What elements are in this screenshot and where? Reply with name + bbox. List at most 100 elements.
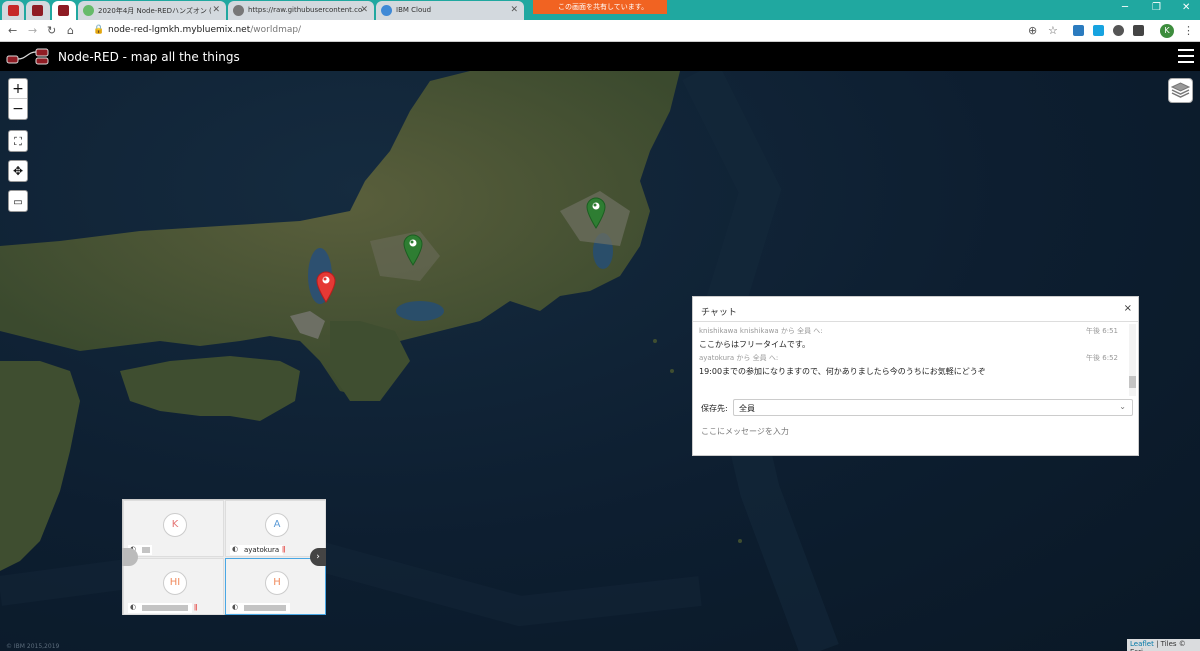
screen-share-banner: この画面を共有しています。 bbox=[533, 0, 667, 14]
move-arrows-icon: ✥ bbox=[12, 164, 24, 178]
chat-panel: チャット × knishikawa knishikawa から 全員 へ: 午後… bbox=[692, 296, 1139, 456]
zoom-control: + − bbox=[8, 78, 28, 120]
participant-name: ◐ bbox=[128, 603, 192, 613]
avatar-initial: K bbox=[1164, 26, 1170, 35]
message-text: ここからはフリータイムです。 bbox=[699, 340, 811, 349]
copyright-text: © IBM 2015,2019 bbox=[6, 643, 60, 650]
chat-scrollbar[interactable] bbox=[1129, 324, 1136, 396]
browser-toolbar: ← → ↻ ⌂ 🔒 node-red-lgmkh.mybluemix.net/w… bbox=[0, 20, 1200, 42]
home-icon[interactable]: ⌂ bbox=[67, 24, 74, 37]
participant-name: ◐ ayatokura bbox=[230, 545, 284, 555]
message-meta: ayatokura から 全員 へ: bbox=[699, 354, 779, 362]
layers-icon bbox=[1170, 82, 1191, 98]
recipient-select[interactable]: 全員 ⌄ bbox=[733, 399, 1133, 416]
divider bbox=[693, 321, 1138, 322]
participant-avatar: K bbox=[163, 513, 187, 537]
tab-label: IBM Cloud bbox=[396, 6, 432, 14]
world-map[interactable]: + − ⛶ ✥ ▭ チャット × knishikawa knishikawa か… bbox=[0, 71, 1200, 651]
muted-mic-icon: ǁ bbox=[194, 603, 198, 611]
recipient-label: 保存先: bbox=[701, 404, 728, 413]
browser-tab-active[interactable] bbox=[52, 1, 76, 20]
tab-label: https://raw.githubusercontent.co bbox=[248, 6, 363, 14]
browser-tab[interactable]: https://raw.githubusercontent.co ✕ bbox=[228, 1, 374, 20]
close-icon[interactable]: ✕ bbox=[510, 5, 518, 15]
message-time: 午後 6:51 bbox=[1086, 327, 1118, 335]
participant-name: ◐ bbox=[230, 603, 290, 613]
node-red-logo bbox=[6, 48, 49, 65]
minimize-icon[interactable]: ─ bbox=[1122, 2, 1128, 13]
browser-tab[interactable] bbox=[2, 1, 24, 20]
mic-icon: ◐ bbox=[232, 545, 239, 553]
chevron-down-icon: ⌄ bbox=[1119, 402, 1126, 411]
message-time: 午後 6:52 bbox=[1086, 354, 1118, 362]
bookmark-star-icon[interactable]: ☆ bbox=[1048, 24, 1058, 37]
node-red-favicon bbox=[32, 5, 43, 16]
restore-icon[interactable]: ❐ bbox=[1152, 2, 1161, 13]
video-gallery: K ◐ A ◐ ayatokura ǁ HI ◐ ǁ H ◐ › bbox=[122, 499, 326, 615]
zoom-out-label: − bbox=[12, 101, 24, 117]
browser-tab[interactable] bbox=[26, 1, 50, 20]
layers-button[interactable] bbox=[1168, 78, 1193, 103]
share-banner-text: この画面を共有しています。 bbox=[558, 3, 649, 11]
back-icon[interactable]: ← bbox=[8, 24, 17, 37]
zoom-in-button[interactable]: + bbox=[9, 79, 27, 99]
lock-icon[interactable]: 🔒 bbox=[93, 25, 104, 35]
browser-tab[interactable]: 2020年4月 Node-REDハンズオン (✕ bbox=[78, 1, 226, 20]
globe-icon bbox=[233, 5, 244, 16]
participant-name-text: ayatokura bbox=[244, 546, 280, 554]
leaflet-link[interactable]: Leaflet bbox=[1130, 640, 1154, 648]
muted-mic-icon: ǁ bbox=[282, 545, 286, 553]
zoom-icon[interactable]: ⊕ bbox=[1028, 24, 1037, 37]
ibm-cloud-favicon bbox=[381, 5, 392, 16]
page-title: Node-RED - map all the things bbox=[58, 50, 240, 64]
participant-tile-active[interactable]: H ◐ bbox=[225, 558, 326, 615]
profile-avatar[interactable]: K bbox=[1160, 24, 1174, 38]
fullscreen-button[interactable]: ⛶ bbox=[8, 130, 28, 152]
mic-icon: ◐ bbox=[130, 603, 137, 611]
zoom-out-button[interactable]: − bbox=[9, 99, 27, 119]
message-meta: knishikawa knishikawa から 全員 へ: bbox=[699, 327, 823, 335]
browser-tab[interactable]: IBM Cloud ✕ bbox=[376, 1, 524, 20]
ruler-icon: ▭ bbox=[13, 197, 23, 208]
participant-avatar: A bbox=[265, 513, 289, 537]
browser-tab-strip: 2020年4月 Node-REDハンズオン (✕ https://raw.git… bbox=[0, 0, 1200, 20]
ruler-button[interactable]: ▭ bbox=[8, 190, 28, 212]
close-icon[interactable]: ✕ bbox=[212, 5, 220, 15]
close-icon[interactable]: ✕ bbox=[360, 5, 368, 15]
windows-extension-icon[interactable] bbox=[1093, 25, 1104, 36]
extension-icon[interactable] bbox=[1133, 25, 1144, 36]
close-icon[interactable]: × bbox=[1124, 303, 1132, 314]
url-host: node-red-lgmkh.mybluemix.net bbox=[108, 25, 251, 35]
kebab-menu-icon[interactable]: ⋮ bbox=[1183, 24, 1194, 37]
hamburger-menu-icon[interactable] bbox=[1178, 49, 1194, 63]
scrollbar-thumb[interactable] bbox=[1129, 376, 1136, 388]
zoom-in-label: + bbox=[12, 81, 24, 97]
window-close-icon[interactable]: ✕ bbox=[1182, 2, 1190, 13]
participant-tile[interactable]: K ◐ bbox=[123, 500, 224, 557]
app-header: Node-RED - map all the things bbox=[0, 42, 1200, 71]
map-marker-icon[interactable] bbox=[586, 197, 606, 229]
participant-avatar: HI bbox=[163, 571, 187, 595]
message-text: 19:00までの参加になりますので、何かありましたら今のうちにお気軽にどうぞ bbox=[699, 367, 986, 376]
participant-avatar: H bbox=[265, 571, 289, 595]
reload-icon[interactable]: ↻ bbox=[47, 24, 56, 37]
recipient-value: 全員 bbox=[739, 404, 755, 413]
redacted-name bbox=[142, 605, 188, 611]
node-red-favicon bbox=[58, 5, 69, 16]
forward-icon[interactable]: → bbox=[28, 24, 37, 37]
participant-tile[interactable]: A ◐ ayatokura ǁ bbox=[225, 500, 326, 557]
map-attribution: Leaflet | Tiles © Esri bbox=[1127, 639, 1200, 651]
chat-title: チャット bbox=[701, 308, 737, 318]
red-square-favicon bbox=[8, 5, 19, 16]
map-marker-icon[interactable] bbox=[316, 271, 336, 303]
gallery-next-button[interactable]: › bbox=[310, 548, 326, 566]
extension-icon[interactable] bbox=[1113, 25, 1124, 36]
map-marker-icon[interactable] bbox=[403, 234, 423, 266]
chat-message-input[interactable] bbox=[701, 423, 1131, 439]
url-path: /worldmap/ bbox=[250, 25, 302, 35]
participant-tile[interactable]: HI ◐ ǁ bbox=[123, 558, 224, 615]
address-bar[interactable]: node-red-lgmkh.mybluemix.net/worldmap/ bbox=[108, 25, 301, 35]
locate-button[interactable]: ✥ bbox=[8, 160, 28, 182]
fullscreen-icon: ⛶ bbox=[14, 135, 22, 148]
extension-icon[interactable] bbox=[1073, 25, 1084, 36]
